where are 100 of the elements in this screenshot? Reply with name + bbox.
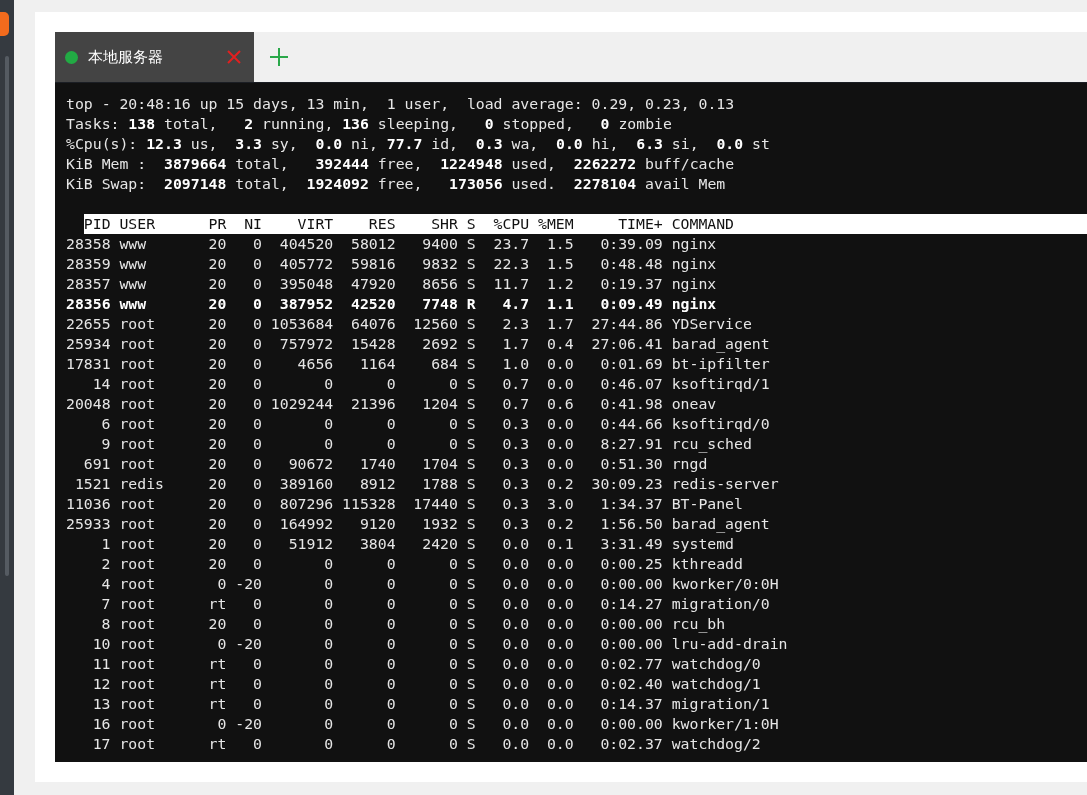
add-tab-icon[interactable] (269, 47, 289, 67)
table-cell: S (466, 354, 476, 374)
table-cell-text: 17440 (412, 494, 458, 514)
table-cell-text: 0 (252, 674, 262, 694)
column-header: USER (119, 214, 157, 234)
table-cell-text: 9 (100, 434, 111, 454)
table-cell-text: 20 (207, 334, 227, 354)
table-cell: S (466, 274, 476, 294)
table-cell-text: 20 (207, 454, 227, 474)
close-icon[interactable] (226, 49, 242, 65)
table-cell-text: root (119, 714, 157, 734)
scrollbar[interactable] (5, 56, 9, 576)
terminal[interactable] (55, 82, 1087, 762)
table-cell-text: redis (119, 474, 165, 494)
table-cell-text: 0 (323, 714, 334, 734)
table-cell-text: 0 (323, 554, 334, 574)
table-cell-text: 0 (447, 614, 458, 634)
table-cell: 25934 (66, 334, 111, 354)
table-cell-text: 1.2 (545, 274, 574, 294)
table-cell-text: root (119, 674, 157, 694)
table-cell-text: 51912 (287, 534, 334, 554)
table-cell-text: root (119, 434, 157, 454)
table-cell-text: 9120 (358, 514, 396, 534)
table-cell-text: root (119, 594, 157, 614)
table-cell: S (466, 394, 476, 414)
table-cell-text: 0.0 (501, 554, 530, 574)
table-cell: 115328 (342, 494, 396, 514)
table-cell-text: 0.0 (501, 594, 530, 614)
table-cell-text: root (119, 354, 157, 374)
table-cell-text: 1932 (421, 514, 458, 534)
table-cell: bt-ipfilter (671, 354, 770, 374)
table-cell-text: root (119, 314, 157, 334)
table-cell-text: root (119, 614, 157, 634)
column-header: TIME+ (617, 214, 663, 234)
table-cell-text: 0.0 (545, 574, 574, 594)
table-cell-text: 1704 (421, 454, 458, 474)
column-header: SHR (430, 214, 458, 234)
table-cell-text: 0 (252, 234, 262, 254)
table-cell: S (466, 334, 476, 354)
table-cell-text: 0 (385, 694, 396, 714)
table-cell: S (466, 434, 476, 454)
table-cell-text: 20 (207, 554, 227, 574)
table-cell: S (466, 314, 476, 334)
table-cell-text: 405772 (278, 254, 334, 274)
table-cell: nginx (671, 274, 717, 294)
tab-label[interactable]: 本地服务器 (88, 47, 226, 67)
table-cell-text: 0.0 (545, 554, 574, 574)
table-cell-text: rt (207, 594, 227, 614)
table-cell-text: 1:34.37 (599, 494, 663, 514)
table-cell-text: 0 (323, 654, 334, 674)
table-cell-text: 0 (252, 294, 262, 314)
app-icon[interactable] (0, 12, 9, 36)
table-cell: 1029244 (270, 394, 334, 414)
table-cell-text: 0 (252, 434, 262, 454)
table-cell-text: 0 (385, 674, 396, 694)
table-cell: S (466, 654, 476, 674)
table-cell-text: 0 (252, 594, 262, 614)
table-cell-text: rt (207, 694, 227, 714)
table-cell-text: 0:00.00 (599, 574, 663, 594)
table-cell: rcu_bh (671, 614, 726, 634)
table-cell-text: 0.3 (501, 494, 530, 514)
column-header: PR (207, 214, 227, 234)
table-cell-text: 9400 (421, 234, 458, 254)
table-cell-text: 404520 (278, 234, 334, 254)
table-cell-text: 6 (100, 414, 111, 434)
table-cell-text: 0 (252, 374, 262, 394)
table-cell: 28358 (66, 234, 111, 254)
table-cell-text: 20 (207, 614, 227, 634)
table-cell-text: 0 (447, 594, 458, 614)
table-cell-text: 1.0 (501, 354, 530, 374)
table-cell-text: 0 (252, 394, 262, 414)
table-cell-text: 0:46.07 (599, 374, 663, 394)
table-cell-text: 0 (447, 374, 458, 394)
table-cell-text: 21396 (350, 394, 396, 414)
table-cell: S (466, 474, 476, 494)
table-cell: 28359 (66, 254, 111, 274)
tab[interactable]: 本地服务器 (55, 32, 254, 82)
table-cell-text: rt (207, 654, 227, 674)
table-cell-text: 1788 (421, 474, 458, 494)
table-cell-text: 20 (207, 534, 227, 554)
table-cell-text: 0 (447, 574, 458, 594)
table-cell-text: 27:44.86 (590, 314, 663, 334)
table-cell-text: 1204 (421, 394, 458, 414)
table-cell-text: 16 (91, 714, 111, 734)
table-cell-text: 0 (447, 634, 458, 654)
table-cell-text: 47920 (350, 274, 396, 294)
table-cell-text: root (119, 414, 157, 434)
table-cell-text: 0.0 (501, 574, 530, 594)
table-cell: migration/1 (671, 694, 770, 714)
table-cell: S (466, 574, 476, 594)
table-cell: barad_agent (671, 334, 770, 354)
table-cell: S (466, 634, 476, 654)
table-cell-text: 0.0 (501, 734, 530, 754)
table-cell: 17831 (66, 354, 111, 374)
table-cell-text: 0 (252, 694, 262, 714)
table-cell-text: 0 (385, 574, 396, 594)
table-cell-text: 1740 (358, 454, 396, 474)
column-header: VIRT (296, 214, 334, 234)
table-cell: nginx (671, 234, 717, 254)
table-cell-text: 0:01.69 (599, 354, 663, 374)
